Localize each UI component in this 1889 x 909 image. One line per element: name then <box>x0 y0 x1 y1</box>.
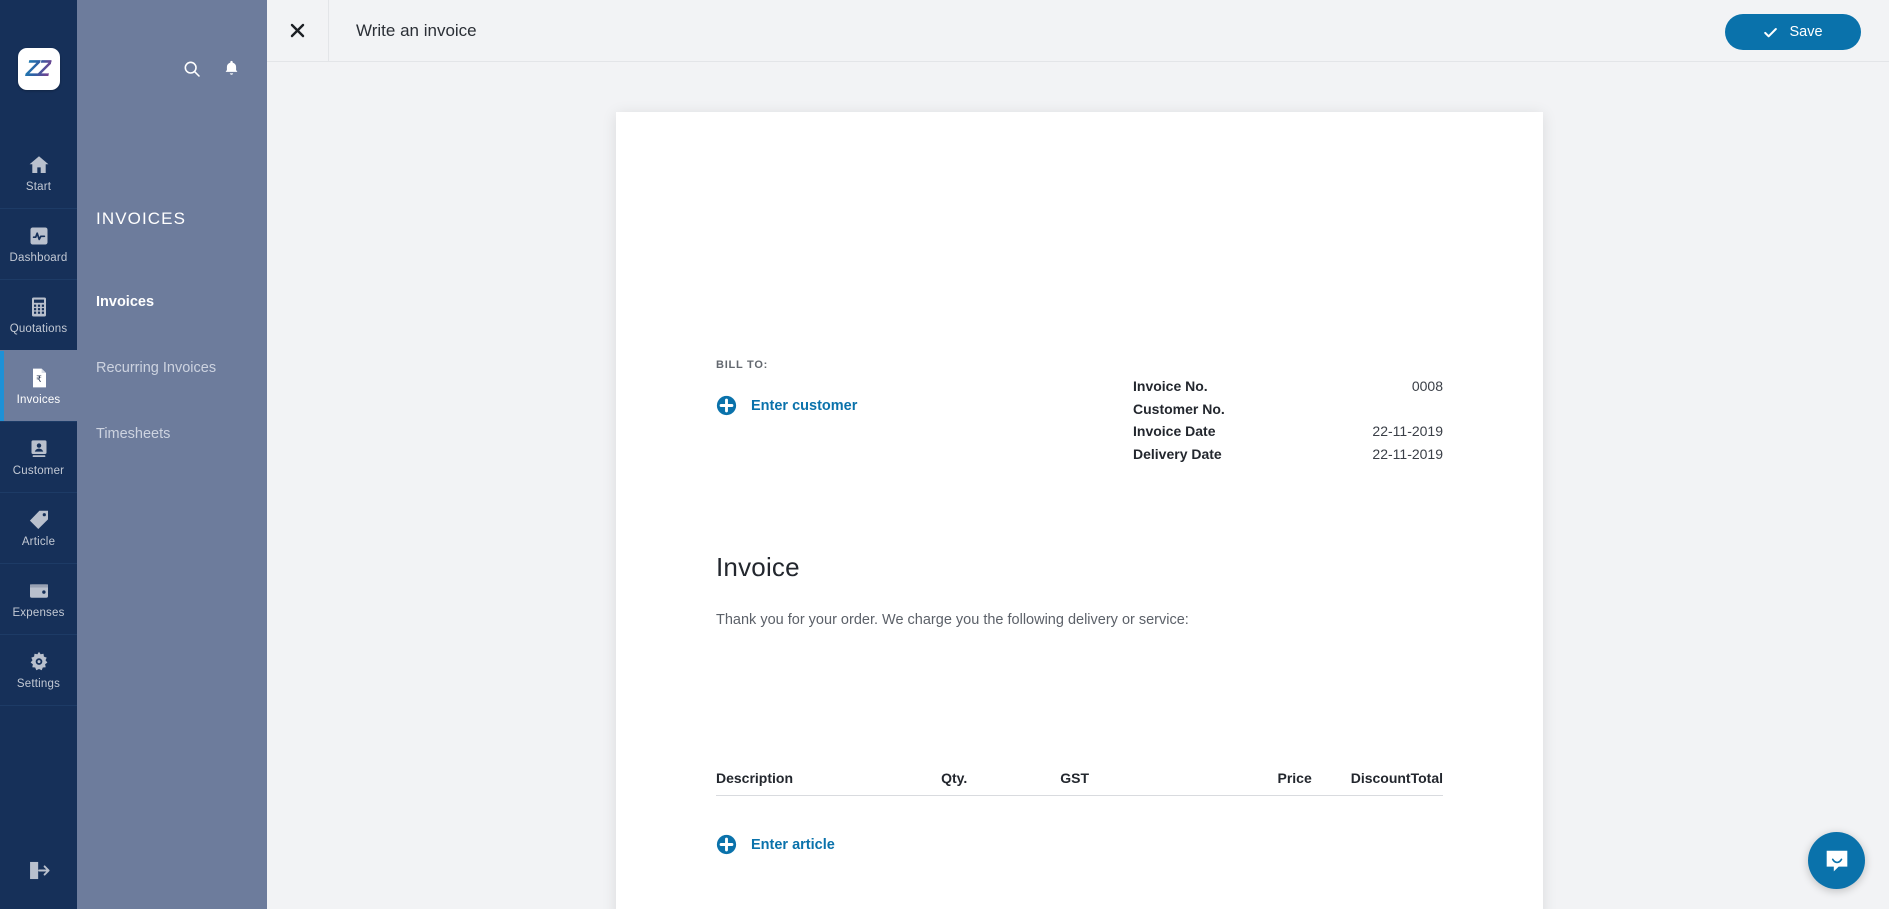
chat-bubble-smile-icon <box>1826 850 1847 871</box>
sidebar-item-label: Invoices <box>16 394 61 406</box>
logout-icon <box>30 861 50 879</box>
sidebar-item-start[interactable]: Start <box>0 137 77 208</box>
svg-text:₹: ₹ <box>36 375 42 385</box>
save-button-label: Save <box>1789 24 1823 40</box>
sidebar-item-dashboard[interactable]: Dashboard <box>0 208 77 279</box>
sidebar-item-label: Start <box>25 180 52 193</box>
chat-launcher-button[interactable] <box>1808 832 1865 889</box>
plus-circle-icon <box>716 395 737 416</box>
close-button[interactable] <box>267 0 329 62</box>
rail-spacer <box>0 705 77 831</box>
subnav-item-label: Timesheets <box>96 426 171 442</box>
home-icon <box>29 155 48 173</box>
logo-text: ZZ <box>23 55 54 81</box>
page-title: Write an invoice <box>356 20 477 40</box>
logo-tile: ZZ <box>17 47 60 90</box>
invoice-meta-row: Delivery Date 22-11-2019 <box>1133 446 1443 469</box>
line-items-header-row: Description Qty. GST Price Discount Tota… <box>716 770 1443 796</box>
sidebar-item-customer[interactable]: Customer <box>0 421 77 492</box>
invoice-heading: Invoice <box>716 552 800 582</box>
calculator-icon <box>31 297 46 317</box>
bill-to-label: BILL TO: <box>716 359 769 371</box>
sidebar-item-label: Expenses <box>12 607 65 619</box>
enter-customer-button[interactable]: Enter customer <box>716 395 857 416</box>
customer-no-label: Customer No. <box>1133 400 1225 417</box>
close-icon <box>290 23 305 38</box>
contact-card-icon <box>31 440 46 457</box>
delivery-date-label: Delivery Date <box>1133 445 1222 462</box>
invoice-meta-row: Customer No. <box>1133 401 1443 424</box>
check-icon <box>1764 27 1778 37</box>
plus-circle-icon <box>716 834 737 855</box>
sidebar-item-label: Article <box>21 536 56 548</box>
primary-sidebar: ZZ Start Dashboard Quotations ₹ Invoices… <box>0 0 77 909</box>
save-button[interactable]: Save <box>1725 14 1861 50</box>
invoice-document: BILL TO: Enter customer Invoice No. 0008 <box>616 112 1543 909</box>
sidebar-item-label: Customer <box>12 465 65 477</box>
sidebar-item-quotations[interactable]: Quotations <box>0 279 77 350</box>
document-canvas: BILL TO: Enter customer Invoice No. 0008 <box>267 62 1889 909</box>
column-header-discount: Discount <box>1350 770 1411 786</box>
sidebar-item-invoices[interactable]: ₹ Invoices <box>0 350 77 421</box>
sidebar-item-label: Dashboard <box>9 252 68 264</box>
subnav-item-label: Invoices <box>96 294 155 310</box>
subnav-item-recurring-invoices[interactable]: Recurring Invoices <box>77 335 267 401</box>
column-header-description: Description <box>716 770 794 786</box>
primary-nav-list: Start Dashboard Quotations ₹ Invoices Cu… <box>0 137 77 705</box>
delivery-date-value[interactable]: 22-11-2019 <box>1372 446 1443 462</box>
subnav-title: INVOICES <box>96 209 187 228</box>
invoice-no-value: 0008 <box>1411 378 1443 394</box>
sidebar-item-label: Settings <box>16 678 61 690</box>
invoice-meta-row: Invoice No. 0008 <box>1133 378 1443 401</box>
enter-article-button[interactable]: Enter article <box>716 834 835 855</box>
invoice-meta-row: Invoice Date 22-11-2019 <box>1133 423 1443 446</box>
sidebar-item-settings[interactable]: Settings <box>0 634 77 705</box>
bell-icon[interactable] <box>222 59 241 78</box>
invoice-date-label: Invoice Date <box>1133 423 1216 439</box>
invoice-date-value[interactable]: 22-11-2019 <box>1372 423 1443 439</box>
gear-icon <box>30 651 47 671</box>
subnav-item-invoices[interactable]: Invoices <box>77 269 267 335</box>
column-header-qty: Qty. <box>941 770 968 786</box>
search-icon[interactable] <box>182 59 202 79</box>
invoice-document-body: BILL TO: Enter customer Invoice No. 0008 <box>616 112 1543 909</box>
app-root: ZZ Start Dashboard Quotations ₹ Invoices… <box>0 0 1889 909</box>
column-header-gst: GST <box>1060 770 1089 786</box>
secondary-sidebar: INVOICES Invoices Recurring Invoices Tim… <box>77 0 267 909</box>
subnav-item-timesheets[interactable]: Timesheets <box>77 401 267 467</box>
column-header-price: Price <box>1277 770 1312 786</box>
column-header-total: Total <box>1410 770 1443 786</box>
subnav-item-label: Recurring Invoices <box>96 360 217 376</box>
tag-icon <box>29 510 48 529</box>
enter-customer-label: Enter customer <box>751 397 858 414</box>
main-area: Write an invoice Save BILL TO: Enter cus… <box>267 0 1889 909</box>
invoice-subheading: Thank you for your order. We charge you … <box>716 612 1189 628</box>
invoice-document-icon: ₹ <box>32 368 46 388</box>
logout-button[interactable] <box>0 831 77 909</box>
subnav-toolbar <box>77 0 267 137</box>
wallet-icon <box>29 584 48 598</box>
enter-article-label: Enter article <box>751 836 835 853</box>
invoice-meta-table: Invoice No. 0008 Customer No. Invoice Da… <box>1133 378 1443 468</box>
invoice-no-label: Invoice No. <box>1133 378 1208 394</box>
sidebar-item-label: Quotations <box>9 323 68 335</box>
subnav-list: Invoices Recurring Invoices Timesheets <box>77 269 267 467</box>
top-bar: Write an invoice Save <box>267 0 1889 62</box>
sidebar-item-article[interactable]: Article <box>0 492 77 563</box>
dashboard-icon <box>30 227 47 245</box>
app-logo[interactable]: ZZ <box>0 0 77 137</box>
line-items-table: Description Qty. GST Price Discount Tota… <box>716 770 1443 796</box>
sidebar-item-expenses[interactable]: Expenses <box>0 563 77 634</box>
